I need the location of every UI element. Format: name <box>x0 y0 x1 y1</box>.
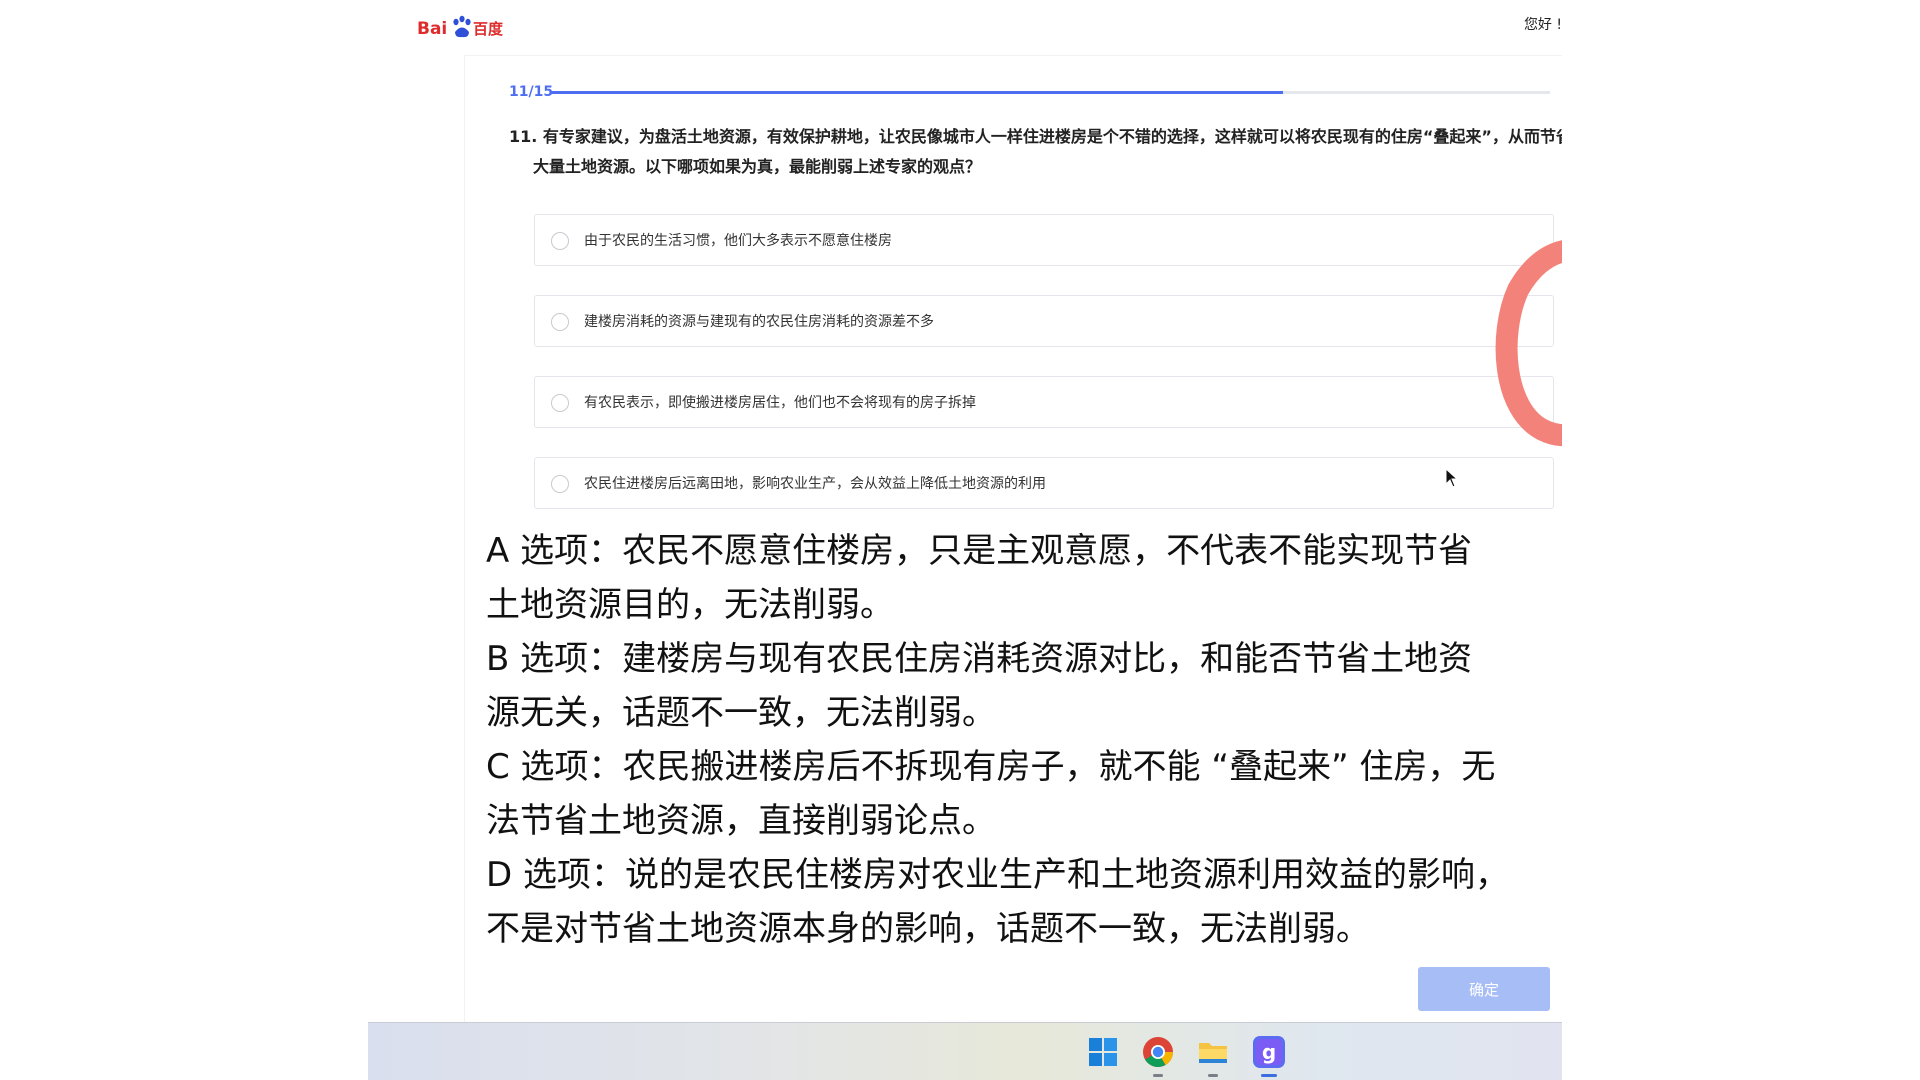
confirm-button[interactable]: 确定 <box>1418 967 1550 1011</box>
svg-text:g: g <box>1262 1040 1276 1064</box>
radio-option-b[interactable] <box>551 313 569 331</box>
svg-text:百度: 百度 <box>473 20 504 38</box>
chrome-running-indicator <box>1153 1074 1163 1077</box>
option-a[interactable]: 由于农民的生活习惯，他们大多表示不愿意住楼房 <box>534 214 1554 266</box>
option-d-text: 农民住进楼房后远离田地，影响农业生产，会从效益上降低土地资源的利用 <box>584 476 1046 492</box>
progress-bar <box>550 91 1550 94</box>
option-d[interactable]: 农民住进楼房后远离田地，影响农业生产，会从效益上降低土地资源的利用 <box>534 457 1554 509</box>
option-c[interactable]: 有农民表示，即使搬进楼房居住，他们也不会将现有的房子拆掉 <box>534 376 1554 428</box>
baidu-logo[interactable]: Bai 百度 <box>417 10 507 40</box>
radio-option-c[interactable] <box>551 394 569 412</box>
explanation-line: C 选项：农民搬进楼房后不拆现有房子，就不能 “叠起来” 住房，无 <box>486 747 1496 787</box>
files-running-indicator <box>1208 1074 1218 1077</box>
svg-text:Bai: Bai <box>417 19 447 39</box>
answer-mark-c <box>1495 240 1562 446</box>
option-b-text: 建楼房消耗的资源与建现有的农民住房消耗的资源差不多 <box>584 314 934 330</box>
explanation-line: 源无关，话题不一致，无法削弱。 <box>486 693 996 733</box>
explanation-line: 不是对节省土地资源本身的影响，话题不一致，无法削弱。 <box>486 909 1370 949</box>
chrome-icon[interactable] <box>1141 1035 1175 1077</box>
option-a-text: 由于农民的生活习惯，他们大多表示不愿意住楼房 <box>584 233 892 249</box>
greeting-text: 您好 ! <box>1523 17 1562 33</box>
question-text: 11. 有专家建议，为盘活土地资源，有效保护耕地，让农民像城市人一样住进楼房是个… <box>509 127 1562 176</box>
app-running-indicator <box>1261 1074 1277 1077</box>
radio-option-d[interactable] <box>551 475 569 493</box>
screen: Bai 百度 您好 ! 11/15 11. 有专家建议，为盘活土地资源，有效保护… <box>368 0 1562 1080</box>
taskbar: g <box>368 1022 1562 1080</box>
option-c-text: 有农民表示，即使搬进楼房居住，他们也不会将现有的房子拆掉 <box>584 395 976 411</box>
progress-label: 11/15 <box>509 84 554 100</box>
option-b[interactable]: 建楼房消耗的资源与建现有的农民住房消耗的资源差不多 <box>534 295 1554 347</box>
quiz-panel: 11/15 11. 有专家建议，为盘活土地资源，有效保护耕地，让农民像城市人一样… <box>465 56 1562 1024</box>
radio-option-a[interactable] <box>551 232 569 250</box>
mouse-cursor-icon <box>1445 468 1459 488</box>
app-icon[interactable]: g <box>1252 1035 1286 1077</box>
explanation-line: 土地资源目的，无法削弱。 <box>486 585 894 625</box>
explanation-text: A 选项：农民不愿意住楼房，只是主观意愿，不代表不能实现节省 土地资源目的，无法… <box>486 524 1562 956</box>
progress-bar-fill <box>550 91 1283 94</box>
explanation-line: A 选项：农民不愿意住楼房，只是主观意愿，不代表不能实现节省 <box>486 531 1473 571</box>
windows-start-icon[interactable] <box>1086 1035 1120 1069</box>
explanation-line: 法节省土地资源，直接削弱论点。 <box>486 801 996 841</box>
file-explorer-icon[interactable] <box>1196 1035 1230 1077</box>
explanation-line: B 选项：建楼房与现有农民住房消耗资源对比，和能否节省土地资 <box>486 639 1473 679</box>
explanation-line: D 选项：说的是农民住楼房对农业生产和土地资源利用效益的影响， <box>486 855 1509 895</box>
